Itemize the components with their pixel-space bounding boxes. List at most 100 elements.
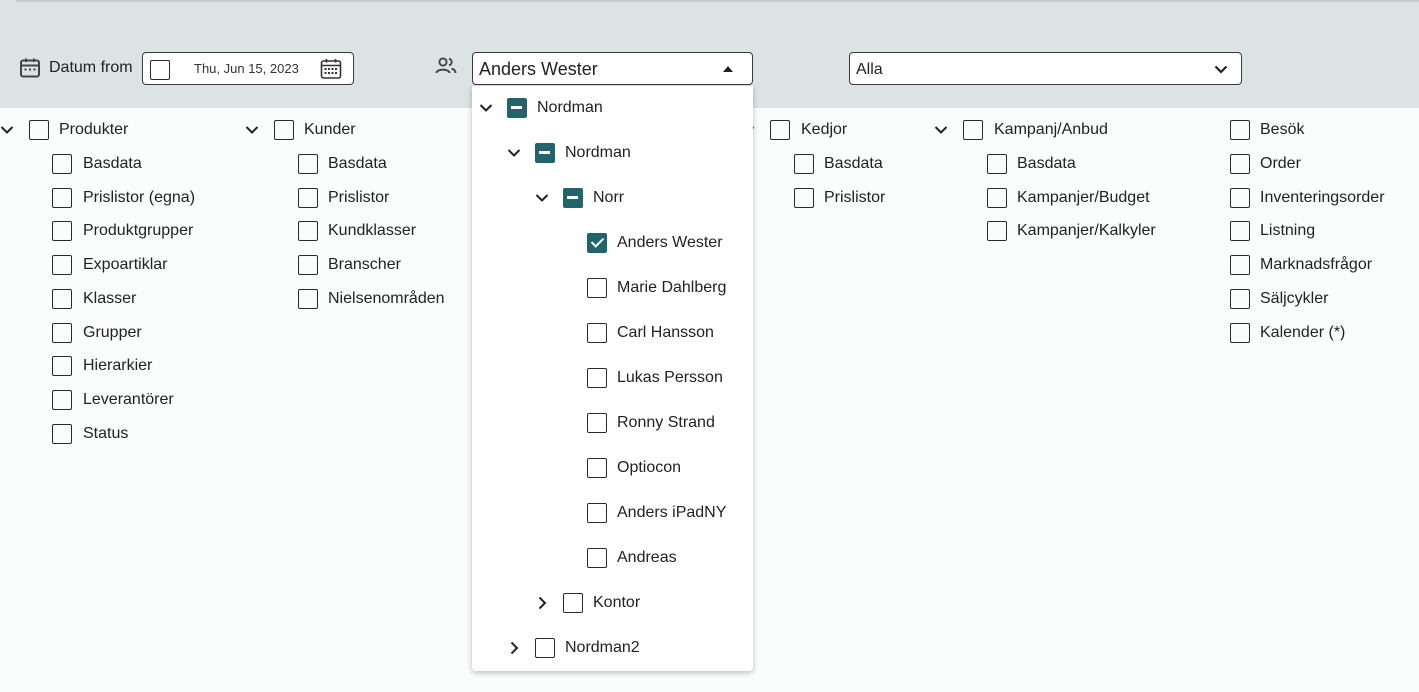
checkbox[interactable] [52,188,72,208]
checkbox-kedjor[interactable] [770,120,790,140]
list-item: Prislistor [824,189,886,206]
chevron-down-icon[interactable] [933,122,949,138]
checkbox[interactable] [987,221,1007,241]
checkbox[interactable] [1230,323,1250,343]
list-item: Prislistor (egna) [83,189,196,206]
checkbox[interactable] [987,154,1007,174]
list-item: Kundklasser [328,222,417,239]
checkbox[interactable] [52,289,72,309]
checkbox[interactable] [1230,120,1250,140]
tree-item-group2[interactable]: Nordman2 [565,638,640,658]
checkbox[interactable] [298,188,318,208]
list-item: Kampanjer/Kalkyler [1017,222,1156,239]
list-item: Status [83,425,129,442]
checkbox[interactable] [52,356,72,376]
checkbox[interactable] [52,424,72,444]
column-title: Kunder [304,121,356,138]
scope-select-value: Alla [856,61,883,78]
tree-item-user[interactable]: Lukas Persson [617,368,723,388]
list-item: Kalender (*) [1260,324,1346,341]
calendar-icon [18,56,42,80]
checkbox[interactable] [1230,221,1250,241]
checkbox[interactable] [298,154,318,174]
checkbox[interactable] [52,221,72,241]
list-item: Hierarkier [83,357,153,374]
tree-checkbox-user[interactable] [587,323,607,343]
chevron-down-icon[interactable] [478,100,494,116]
chevron-down-icon[interactable] [244,122,260,138]
list-item: Kampanjer/Budget [1017,189,1150,206]
checkbox[interactable] [52,154,72,174]
date-value[interactable]: Thu, Jun 15, 2023 [194,61,299,77]
tree-item-root[interactable]: Nordman [537,98,603,118]
list-item: Produktgrupper [83,222,194,239]
date-enable-checkbox[interactable] [150,59,170,80]
tree-item-office[interactable]: Kontor [593,593,640,613]
chevron-down-icon[interactable] [534,190,550,206]
tree-item-user[interactable]: Anders iPadNY [617,503,726,523]
checkbox[interactable] [1230,255,1250,275]
checkbox[interactable] [1230,289,1250,309]
list-item: Prislistor [328,189,390,206]
list-item: Basdata [824,155,883,172]
column-title: Kampanj/Anbud [994,121,1108,138]
checkbox[interactable] [298,221,318,241]
checkbox-kampanj[interactable] [963,120,983,140]
date-field[interactable]: Thu, Jun 15, 2023 [142,52,354,85]
tree-checkbox-root[interactable] [507,98,527,118]
calendar-grid-icon[interactable] [319,57,343,81]
checkbox[interactable] [298,255,318,275]
user-select-value: Anders Wester [479,59,598,79]
checkbox[interactable] [52,390,72,410]
tree-item-user[interactable]: Anders Wester [617,233,723,253]
tree-checkbox-user[interactable] [587,548,607,568]
list-item: Säljcykler [1260,290,1329,307]
caret-up-icon[interactable] [720,61,736,77]
tree-checkbox-user[interactable] [587,413,607,433]
checkbox-kunder[interactable] [274,120,294,140]
list-item: Besök [1260,121,1305,138]
chevron-right-icon[interactable] [534,595,550,611]
checkbox[interactable] [987,188,1007,208]
column-title: Kedjor [801,121,848,138]
checkbox[interactable] [1230,154,1250,174]
tree-checkbox-user[interactable] [587,458,607,478]
list-item: Basdata [83,155,142,172]
checkbox[interactable] [52,255,72,275]
tree-checkbox-user[interactable] [587,233,607,253]
list-item: Expoartiklar [83,256,168,273]
tree-item-user[interactable]: Marie Dahlberg [617,278,726,298]
tree-item-user[interactable]: Carl Hansson [617,323,714,343]
tree-checkbox-office[interactable] [563,593,583,613]
checkbox[interactable] [794,188,814,208]
tree-item-region[interactable]: Norr [593,188,624,208]
user-select[interactable]: Anders Wester [472,52,753,85]
scope-select[interactable]: Alla [849,52,1242,85]
list-item: Basdata [1017,155,1076,172]
checkbox[interactable] [298,289,318,309]
tree-checkbox-user[interactable] [587,503,607,523]
tree-item-user[interactable]: Optiocon [617,458,681,478]
date-label: Datum from [49,59,133,76]
list-item: Branscher [328,256,401,273]
tree-checkbox-user[interactable] [587,368,607,388]
checkbox[interactable] [1230,188,1250,208]
chevron-down-icon[interactable] [506,145,522,161]
tree-checkbox-group2[interactable] [535,638,555,658]
checkbox-produkter[interactable] [29,120,49,140]
tree-item-group[interactable]: Nordman [565,143,631,163]
tree-checkbox-user[interactable] [587,278,607,298]
tree-checkbox-group[interactable] [535,143,555,163]
tree-item-user[interactable]: Ronny Strand [617,413,715,433]
people-icon [434,54,458,78]
checkbox[interactable] [52,323,72,343]
chevron-down-icon[interactable] [1212,60,1230,78]
chevron-right-icon[interactable] [506,640,522,656]
list-item: Nielsenområden [328,290,445,307]
tree-item-user[interactable]: Andreas [617,548,677,568]
top-divider [16,0,1419,2]
tree-checkbox-region[interactable] [563,188,583,208]
chevron-down-icon[interactable] [0,122,15,138]
list-item: Klasser [83,290,137,307]
checkbox[interactable] [794,154,814,174]
